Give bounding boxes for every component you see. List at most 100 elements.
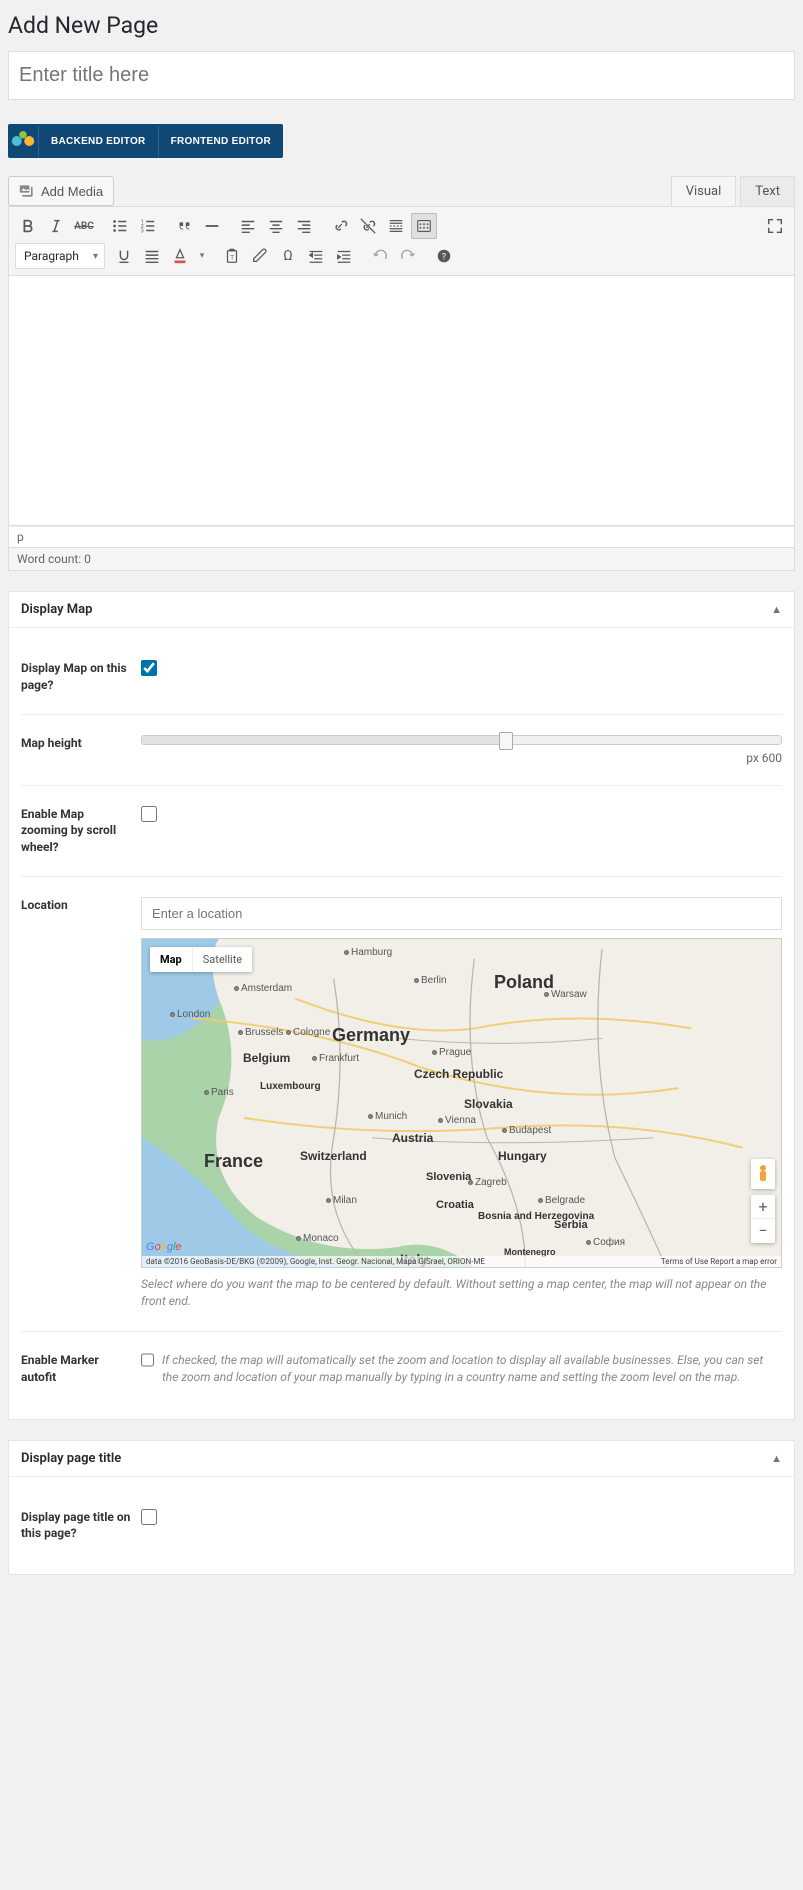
format-select-value: Paragraph: [24, 249, 79, 263]
editor-toolbar: ABC 123 Paragraph ▾: [8, 206, 795, 276]
map-label-country: Serbia: [554, 1219, 588, 1231]
map-label-city: Brussels: [238, 1027, 283, 1038]
clear-formatting-button[interactable]: [247, 243, 273, 269]
special-char-button[interactable]: Ω: [275, 243, 301, 269]
fullscreen-button[interactable]: [762, 213, 788, 239]
map-label-city: София: [586, 1237, 625, 1248]
paste-text-button[interactable]: T: [219, 243, 245, 269]
editor-mode-switch: BACKEND EDITOR FRONTEND EDITOR: [8, 124, 283, 158]
map-type-satellite[interactable]: Satellite: [193, 947, 252, 972]
editor-content[interactable]: [8, 276, 795, 526]
vc-logo-icon: [8, 124, 38, 158]
format-select[interactable]: Paragraph: [15, 243, 105, 269]
map-label-country: France: [204, 1151, 263, 1172]
map-label-country: Switzerland: [300, 1149, 367, 1163]
map-label-country: Czech Republic: [414, 1067, 503, 1081]
map-label-city: Cologne: [286, 1027, 330, 1038]
map-height-slider[interactable]: [141, 735, 782, 745]
map-label-city: Belgrade: [538, 1195, 585, 1206]
svg-text:3: 3: [141, 228, 144, 234]
map-label-country: Belgium: [243, 1051, 290, 1065]
zoom-scroll-label: Enable Map zooming by scroll wheel?: [21, 806, 141, 856]
frontend-editor-button[interactable]: FRONTEND EDITOR: [158, 126, 283, 157]
autofit-label: Enable Marker autofit: [21, 1352, 141, 1387]
map-label-city: Monaco: [296, 1233, 339, 1244]
map-label-city: Berlin: [414, 975, 447, 986]
align-right-button[interactable]: [291, 213, 317, 239]
location-label: Location: [21, 897, 141, 1311]
editor-status-path: p: [8, 526, 795, 548]
map-label-city: Zagreb: [468, 1177, 507, 1188]
blockquote-button[interactable]: [171, 213, 197, 239]
map-label-city: London: [170, 1009, 210, 1020]
indent-button[interactable]: [331, 243, 357, 269]
autofit-checkbox[interactable]: [141, 1352, 154, 1368]
collapse-icon: ▲: [771, 603, 782, 616]
word-count: Word count: 0: [8, 548, 795, 571]
unlink-button[interactable]: [355, 213, 381, 239]
readmore-button[interactable]: [383, 213, 409, 239]
add-media-label: Add Media: [41, 184, 103, 199]
hr-button[interactable]: [199, 213, 225, 239]
slider-handle[interactable]: [499, 732, 513, 750]
display-title-checkbox[interactable]: [141, 1509, 157, 1525]
undo-button[interactable]: [367, 243, 393, 269]
pegman-icon[interactable]: [751, 1159, 775, 1189]
redo-button[interactable]: [395, 243, 421, 269]
page-heading: Add New Page: [8, 12, 795, 39]
map-label-city: Amsterdam: [234, 983, 292, 994]
map-label-country: Hungary: [498, 1149, 547, 1163]
location-input[interactable]: [141, 897, 782, 930]
map-label-city: Frankfurt: [312, 1053, 359, 1064]
map-height-value: px 600: [141, 751, 782, 765]
map-label-city: Milan: [326, 1195, 357, 1206]
media-icon: [19, 183, 35, 199]
postbox-display-title: Display page title ▲ Display page title …: [8, 1440, 795, 1576]
map-label-city: Vienna: [438, 1115, 476, 1126]
bullet-list-button[interactable]: [107, 213, 133, 239]
italic-button[interactable]: [43, 213, 69, 239]
toolbar-toggle-button[interactable]: [411, 213, 437, 239]
align-left-button[interactable]: [235, 213, 261, 239]
google-logo: Google: [146, 1241, 182, 1253]
display-map-checkbox[interactable]: [141, 660, 157, 676]
autofit-help-text: If checked, the map will automatically s…: [162, 1352, 782, 1387]
backend-editor-button[interactable]: BACKEND EDITOR: [38, 126, 158, 157]
display-map-label: Display Map on this page?: [21, 660, 141, 694]
map-label-country: Slovenia: [426, 1171, 471, 1183]
align-center-button[interactable]: [263, 213, 289, 239]
map-label-country: Croatia: [436, 1199, 474, 1211]
map-label-city: Prague: [432, 1047, 471, 1058]
postbox-title-header[interactable]: Display page title ▲: [9, 1441, 794, 1477]
postbox-map-title: Display Map: [21, 602, 92, 617]
underline-button[interactable]: [111, 243, 137, 269]
align-justify-button[interactable]: [139, 243, 165, 269]
zoom-out-button[interactable]: −: [751, 1219, 775, 1243]
link-button[interactable]: [327, 213, 353, 239]
map-label-city: Budapest: [502, 1125, 551, 1136]
tab-text[interactable]: Text: [740, 176, 795, 206]
map-label-city: Munich: [368, 1111, 407, 1122]
map-label-country: Germany: [332, 1025, 410, 1046]
bold-button[interactable]: [15, 213, 41, 239]
title-input[interactable]: [8, 51, 795, 100]
postbox-display-map: Display Map ▲ Display Map on this page? …: [8, 591, 795, 1420]
postbox-map-header[interactable]: Display Map ▲: [9, 592, 794, 628]
outdent-button[interactable]: [303, 243, 329, 269]
zoom-scroll-checkbox[interactable]: [141, 806, 157, 822]
strikethrough-button[interactable]: ABC: [71, 213, 97, 239]
numbered-list-button[interactable]: 123: [135, 213, 161, 239]
tab-visual[interactable]: Visual: [671, 176, 737, 206]
display-title-label: Display page title on this page?: [21, 1509, 141, 1543]
collapse-icon: ▲: [771, 1452, 782, 1465]
map-type-switch: Map Satellite: [150, 947, 252, 972]
map-type-map[interactable]: Map: [150, 947, 193, 972]
help-button[interactable]: ?: [431, 243, 457, 269]
map-label-city: Warsaw: [544, 989, 587, 1000]
text-color-button[interactable]: [167, 243, 193, 269]
add-media-button[interactable]: Add Media: [8, 176, 114, 206]
zoom-in-button[interactable]: +: [751, 1195, 775, 1219]
map-preview[interactable]: Map Satellite Germany France Poland Belg…: [141, 938, 782, 1268]
map-height-label: Map height: [21, 735, 141, 765]
text-color-dropdown[interactable]: ▾: [195, 243, 209, 269]
